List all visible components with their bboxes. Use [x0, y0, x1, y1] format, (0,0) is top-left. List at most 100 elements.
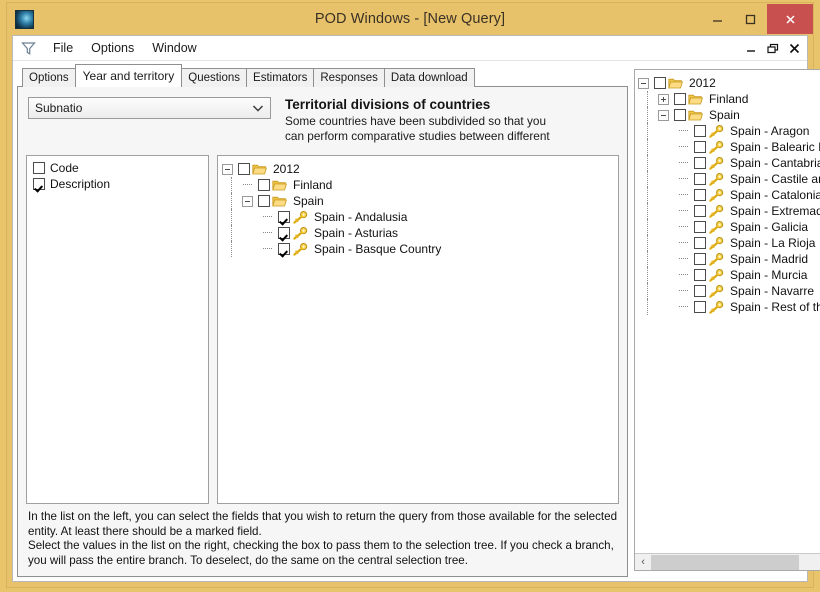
tree-node[interactable]: Spain - Catalonia — [638, 187, 820, 203]
checkbox-icon[interactable] — [33, 162, 45, 174]
tree-node[interactable]: Spain - La Rioja — [638, 235, 820, 251]
description-block: Territorial divisions of countries Some … — [285, 97, 617, 147]
checkbox-icon[interactable] — [694, 125, 707, 137]
checkbox-icon[interactable] — [258, 195, 270, 207]
checkbox-icon[interactable] — [654, 77, 667, 89]
checkbox-icon[interactable] — [694, 173, 707, 185]
available-values-tree-panel[interactable]: 2012 Finland Spain Spain - Aragon Spain - Ba… — [634, 69, 820, 571]
tree-node-label: Spain - Asturias — [314, 226, 399, 240]
selector-row: Subnatio Territorial divisions of countr… — [24, 93, 621, 155]
description-line-2: can perform comparative studies between … — [285, 129, 550, 143]
checkbox-icon[interactable] — [694, 285, 707, 297]
mdi-minimize-button[interactable] — [746, 43, 757, 54]
tab-year-and-territory[interactable]: Year and territory — [74, 64, 183, 87]
dropdown-value: Subnatio — [35, 101, 83, 115]
scroll-left-arrow[interactable]: ‹ — [635, 555, 651, 570]
tree-indent — [638, 187, 656, 203]
tree-node[interactable]: Finland — [638, 91, 820, 107]
checkbox-icon[interactable] — [694, 205, 707, 217]
checkbox-icon[interactable] — [674, 109, 687, 121]
tree-line — [678, 267, 689, 283]
checkbox-icon[interactable] — [278, 211, 290, 223]
tree-node[interactable]: Spain - Balearic Islands — [638, 139, 820, 155]
collapse-icon[interactable] — [222, 163, 233, 175]
checkbox-icon[interactable] — [278, 227, 290, 239]
tree-node[interactable]: Finland — [222, 177, 614, 193]
checkbox-icon[interactable] — [694, 221, 707, 233]
collapse-icon[interactable] — [638, 77, 650, 89]
tree-node-label: Spain - Andalusia — [314, 210, 408, 224]
tree-node[interactable]: Spain - Andalusia — [222, 209, 614, 225]
description-heading: Territorial divisions of countries — [285, 97, 491, 112]
tab-questions[interactable]: Questions — [181, 68, 248, 87]
field-row-code[interactable]: Code — [30, 160, 205, 176]
collapse-icon[interactable] — [242, 195, 253, 207]
menu-window[interactable]: Window — [143, 39, 205, 57]
tree-node[interactable]: Spain — [222, 193, 614, 209]
checkbox-icon[interactable] — [258, 179, 270, 191]
help-line-3: Select the values in the list on the rig… — [28, 539, 614, 552]
checkbox-icon[interactable] — [694, 253, 707, 265]
checkbox-icon[interactable] — [238, 163, 250, 175]
checkbox-icon[interactable] — [674, 93, 687, 105]
tree-node-label: Spain - Galicia — [730, 220, 809, 234]
tree-node[interactable]: Spain — [638, 107, 820, 123]
expand-icon[interactable] — [658, 93, 670, 105]
horizontal-scrollbar[interactable]: ‹ › — [635, 553, 820, 570]
tab-estimators[interactable]: Estimators — [246, 68, 315, 87]
checkbox-icon[interactable] — [278, 243, 290, 255]
tree-node[interactable]: Spain - Navarre — [638, 283, 820, 299]
application-window: POD Windows - [New Query] File Options W… — [6, 2, 820, 588]
tree-node[interactable]: Spain - Aragon — [638, 123, 820, 139]
tree-node[interactable]: Spain - Madrid — [638, 251, 820, 267]
checkbox-icon[interactable] — [694, 157, 707, 169]
mdi-client-area: File Options Window Options Year and ter… — [12, 35, 820, 582]
mdi-close-button[interactable] — [789, 43, 800, 54]
tree-node[interactable]: Spain - Extremadura — [638, 203, 820, 219]
main-split: Options Year and territory Questions Estima… — [13, 61, 820, 581]
checkbox-icon[interactable] — [33, 178, 45, 190]
tree-indent — [638, 139, 656, 155]
tree-node[interactable]: 2012 — [638, 75, 820, 91]
tree-node[interactable]: Spain - Basque Country — [222, 241, 614, 257]
checkbox-icon[interactable] — [694, 237, 707, 249]
tree-node[interactable]: Spain - Rest of the country — [638, 299, 820, 315]
tree-line — [678, 155, 689, 171]
tree-line — [678, 187, 689, 203]
tree-node-label: Spain - Catalonia — [730, 188, 820, 202]
central-selection-tree[interactable]: 2012 Finland Spain Spain - Andalusia Spain -… — [217, 155, 620, 504]
checkbox-icon[interactable] — [694, 301, 707, 313]
subnational-dropdown[interactable]: Subnatio — [28, 97, 271, 119]
checkbox-icon[interactable] — [694, 269, 707, 281]
tree-node[interactable]: Spain - Asturias — [222, 225, 614, 241]
checkbox-icon[interactable] — [694, 189, 707, 201]
menu-file[interactable]: File — [44, 39, 82, 57]
tree-indent — [222, 225, 240, 241]
tree-node[interactable]: Spain - Castile and Leon — [638, 171, 820, 187]
maximize-button[interactable] — [734, 4, 767, 34]
field-row-description[interactable]: Description — [30, 176, 205, 192]
minimize-button[interactable] — [701, 4, 734, 34]
tab-options[interactable]: Options — [22, 68, 76, 87]
scrollbar-track[interactable] — [651, 554, 820, 570]
tree-indent — [638, 299, 656, 315]
tree-indent — [638, 155, 656, 171]
key-icon — [708, 236, 724, 250]
tree-node[interactable]: 2012 — [222, 161, 614, 177]
menu-options[interactable]: Options — [82, 39, 143, 57]
tree-node-label: Spain - Murcia — [730, 268, 808, 282]
tree-node[interactable]: Spain - Murcia — [638, 267, 820, 283]
tree-node[interactable]: Spain - Cantabria — [638, 155, 820, 171]
checkbox-icon[interactable] — [694, 141, 707, 153]
close-button[interactable] — [767, 4, 813, 34]
tab-responses[interactable]: Responses — [313, 68, 385, 87]
tab-data-download[interactable]: Data download — [383, 68, 475, 87]
mdi-restore-button[interactable] — [767, 43, 779, 54]
scrollbar-thumb[interactable] — [651, 554, 799, 570]
collapse-icon[interactable] — [658, 109, 670, 121]
tree-node[interactable]: Spain - Galicia — [638, 219, 820, 235]
